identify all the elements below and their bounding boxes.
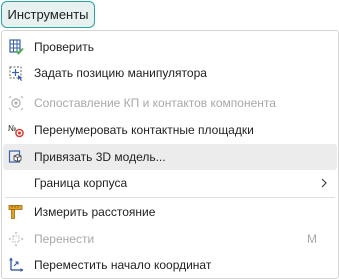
- menubar: Инструменты: [0, 0, 339, 30]
- menu-tools-button[interactable]: Инструменты: [1, 1, 95, 28]
- menu-item-label: Перенумеровать контактные площадки: [34, 123, 254, 137]
- menu-item-label: Проверить: [34, 40, 95, 54]
- chevron-right-icon: [321, 178, 327, 188]
- menu-item-renumber-pads[interactable]: № Перенумеровать контактные площадки: [3, 117, 337, 143]
- menu-item-check[interactable]: Проверить: [3, 34, 337, 60]
- renumber-pads-icon: №: [8, 124, 24, 138]
- menu-item-label: Привязать 3D модель...: [34, 150, 166, 164]
- shortcut-hint: M: [307, 232, 317, 246]
- grid-check-icon: [9, 39, 24, 55]
- move-icon: [8, 231, 24, 247]
- menu-item-label: Измерить расстояние: [34, 205, 156, 219]
- menu-item-label: Переместить начало координат: [34, 258, 212, 272]
- move-origin-icon: [9, 257, 24, 272]
- menu-item-label: Перенести: [34, 232, 95, 246]
- menu-item-move[interactable]: Перенести M: [3, 226, 337, 252]
- pad-contact-match-icon: [8, 95, 24, 111]
- menu-item-match-pads-contacts[interactable]: Сопоставление КП и контактов компонента: [3, 90, 337, 116]
- bind-3d-model-icon: [8, 150, 22, 163]
- menu-item-move-origin[interactable]: Переместить начало координат: [3, 252, 337, 278]
- menu-item-label: Задать позицию манипулятора: [34, 66, 207, 80]
- menu-item-label: Граница корпуса: [34, 176, 128, 190]
- measure-distance-icon: [8, 205, 23, 219]
- menu-item-bind-3d-model[interactable]: Привязать 3D модель...: [3, 144, 337, 170]
- manipulator-position-icon: [9, 66, 23, 81]
- menu-separator: [5, 197, 335, 198]
- menu-item-label: Сопоставление КП и контактов компонента: [34, 96, 276, 110]
- menu-item-body-boundary[interactable]: Граница корпуса: [3, 170, 337, 196]
- menu-item-measure-distance[interactable]: Измерить расстояние: [3, 199, 337, 225]
- menu-item-set-manipulator-position[interactable]: Задать позицию манипулятора: [3, 60, 337, 86]
- tools-dropdown-menu: Проверить Задать позицию манипулятора Со…: [1, 30, 339, 279]
